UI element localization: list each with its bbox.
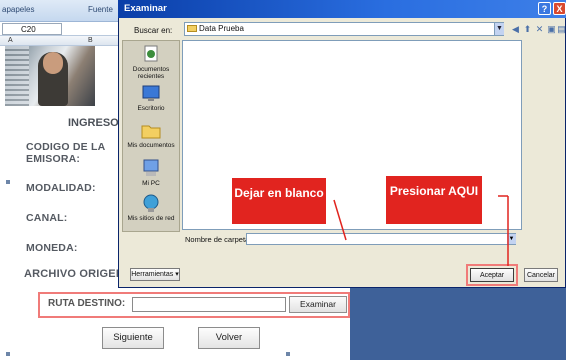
callout-dejar-en-blanco: Dejar en blanco <box>232 178 326 224</box>
callout-presionar-aqui: Presionar AQUI <box>386 176 482 224</box>
arrow-to-carpeta <box>333 199 347 241</box>
